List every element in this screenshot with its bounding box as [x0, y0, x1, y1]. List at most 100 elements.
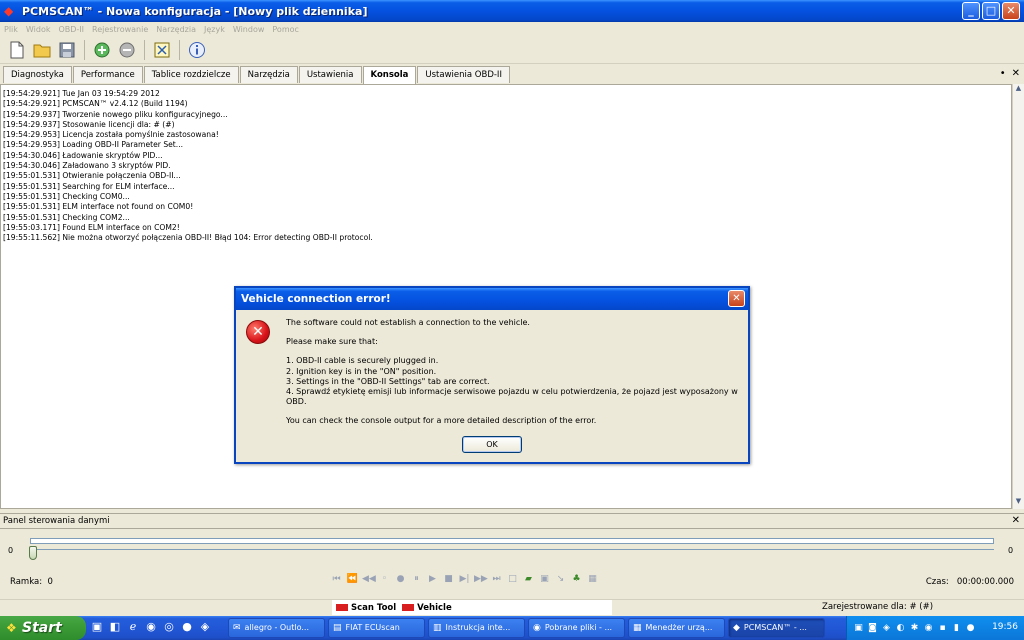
show-desktop-icon[interactable]: ▣ [90, 620, 104, 634]
explorer-icon[interactable]: ◧ [108, 620, 122, 634]
rewind-icon[interactable]: ◀◀ [362, 572, 376, 586]
ramka-label: Ramka: [10, 577, 43, 587]
task-fiat-ecuscan[interactable]: ▤ FIAT ECUscan [328, 618, 425, 638]
dialog-close-button[interactable]: ✕ [728, 290, 745, 307]
menu-rejestrowanie[interactable]: Rejestrowanie [92, 25, 148, 34]
tab-narzedzia[interactable]: Narzędzia [239, 66, 298, 83]
save-log-icon[interactable]: ▣ [538, 572, 551, 586]
tray-bluetooth-icon[interactable]: ✱ [909, 623, 920, 633]
scroll-up-icon[interactable]: ▲ [1013, 84, 1024, 96]
pdf-icon: ▥ [433, 623, 442, 633]
internet-explorer-icon[interactable]: ℯ [126, 620, 140, 634]
dialog-item: 3. Settings in the "OBD-II Settings" tab… [286, 376, 490, 386]
step-forward-icon[interactable]: ▶| [458, 572, 471, 586]
czas-label: Czas: [925, 577, 949, 587]
panel-close-icon[interactable]: ✕ [1012, 513, 1020, 529]
menu-obd-ii[interactable]: OBD-II [58, 25, 84, 34]
connect-icon[interactable] [91, 39, 113, 61]
export-icon[interactable]: ♣ [570, 572, 583, 586]
minimize-button[interactable]: _ [962, 2, 980, 20]
tray-battery-icon[interactable]: ▮ [951, 623, 962, 633]
tray-antivirus-icon[interactable]: ◉ [923, 623, 934, 633]
menu-pomoc[interactable]: Pomoc [272, 25, 299, 34]
disconnect-icon[interactable] [116, 39, 138, 61]
tab-diagnostyka[interactable]: Diagnostyka [3, 66, 72, 83]
menu-narzedzia[interactable]: Narzędzia [156, 25, 196, 34]
task-label: allegro - Outlo... [244, 623, 309, 632]
slider-thumb[interactable] [29, 546, 37, 560]
last-frame-icon[interactable]: ⏭ [490, 572, 503, 586]
open-log-icon[interactable]: ▰ [522, 572, 535, 586]
stop-icon[interactable]: ■ [442, 572, 455, 586]
maximize-button[interactable]: □ [982, 2, 1000, 20]
close-tab-icon[interactable]: ✕ [1012, 68, 1020, 79]
fullscreen-icon[interactable] [151, 39, 173, 61]
browser-icon: ◉ [533, 623, 541, 633]
tab-konsola[interactable]: Konsola [362, 66, 417, 84]
new-file-icon[interactable] [6, 39, 28, 61]
app-icon[interactable]: ◈ [198, 620, 212, 634]
vehicle-tab[interactable]: Vehicle [402, 603, 452, 613]
scroll-down-icon[interactable]: ▼ [1013, 497, 1024, 509]
menu-window[interactable]: Window [233, 25, 265, 34]
task-pcmscan[interactable]: ◆ PCMSCAN™ - ... [728, 618, 825, 638]
tab-ustawienia[interactable]: Ustawienia [298, 66, 362, 83]
task-label: Pobrane pliki - ... [544, 623, 613, 632]
tray-usb-icon[interactable]: ▪ [937, 623, 948, 633]
dialog-footer: You can check the console output for a m… [286, 416, 597, 426]
main-tabs: Diagnostyka Performance Tablice rozdziel… [0, 66, 1024, 84]
czas-value: 00:00:00.000 [956, 577, 1014, 587]
console-line: [19:55:11.562] Nie można otworzyć połącz… [3, 233, 373, 243]
first-frame-icon[interactable]: ⏮ [330, 572, 343, 586]
task-pobrane-pliki[interactable]: ◉ Pobrane pliki - ... [528, 618, 625, 638]
firefox-icon[interactable]: ◉ [144, 620, 158, 634]
tab-performance[interactable]: Performance [72, 66, 143, 83]
console-line: [19:54:29.937] Tworzenie nowego pliku ko… [3, 109, 228, 119]
console-line: [19:54:30.046] Załadowano 3 skryptów PID… [3, 161, 171, 171]
menu-jezyk[interactable]: Język [204, 25, 225, 34]
tray-alert-icon[interactable]: ● [965, 623, 976, 633]
close-button[interactable]: ✕ [1002, 2, 1020, 20]
slider-rail [30, 549, 994, 550]
scan-tool-tab[interactable]: Scan Tool [336, 603, 396, 613]
menu-widok[interactable]: Widok [26, 25, 51, 34]
pin-icon[interactable]: • [1000, 68, 1006, 79]
graph-icon[interactable]: ↘ [554, 572, 567, 586]
tab-ustawienia-obd-ii[interactable]: Ustawienia OBD-II [417, 66, 510, 83]
media-icon[interactable]: ● [180, 620, 194, 634]
menu-plik[interactable]: Plik [4, 25, 18, 34]
vehicle-label: Vehicle [417, 602, 452, 613]
task-instrukcja[interactable]: ▥ Instrukcja inte... [428, 618, 525, 638]
pause-icon[interactable]: ⏸ [410, 572, 423, 586]
rewind-fast-icon[interactable]: ⏪ [346, 572, 359, 586]
toolbar-separator [144, 39, 145, 60]
console-line: [19:54:29.953] Loading OBD-II Parameter … [3, 140, 184, 150]
tray-network-icon[interactable]: ▣ [853, 623, 864, 633]
step-back-icon[interactable]: ◦ [378, 572, 391, 586]
new-log-icon[interactable]: □ [506, 572, 519, 586]
ok-button[interactable]: OK [462, 436, 522, 453]
tray-update-icon[interactable]: ◐ [895, 623, 906, 633]
slider-min-value: 0 [8, 546, 14, 555]
grid-icon[interactable]: ▦ [586, 572, 599, 586]
info-icon[interactable] [186, 39, 208, 61]
slider-track[interactable] [30, 538, 994, 544]
tab-tablice-rozdzielcze[interactable]: Tablice rozdzielcze [143, 66, 239, 83]
save-icon[interactable] [56, 39, 78, 61]
opera-icon[interactable]: ◎ [162, 620, 176, 634]
fast-forward-icon[interactable]: ▶▶ [474, 572, 488, 586]
record-icon[interactable]: ● [394, 572, 407, 586]
frame-readout: Ramka: 0 [10, 577, 53, 587]
time-readout: Czas: 00:00:00.000 [926, 577, 1014, 587]
console-line: [19:55:01.531] ELM interface not found o… [3, 202, 194, 212]
tray-volume-icon[interactable]: ◙ [867, 623, 878, 633]
taskbar-buttons: ✉ allegro - Outlo... ▤ FIAT ECUscan ▥ Instr… [228, 618, 825, 638]
task-outlook[interactable]: ✉ allegro - Outlo... [228, 618, 325, 638]
console-scrollbar[interactable]: ▲ ▼ [1012, 84, 1024, 509]
console-line: [19:54:29.937] Stosowanie licencji dla: … [3, 119, 175, 129]
toolbar [0, 36, 1024, 64]
play-icon[interactable]: ▶ [426, 572, 439, 586]
task-menedzer[interactable]: ▦ Menedżer urzą... [628, 618, 725, 638]
tray-security-icon[interactable]: ◈ [881, 623, 892, 633]
open-folder-icon[interactable] [31, 39, 53, 61]
